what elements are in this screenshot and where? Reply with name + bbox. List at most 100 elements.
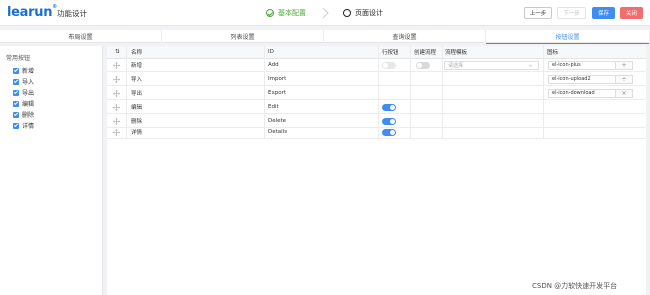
id-column-header: ID (268, 49, 274, 55)
flow-template-column-header: 流程模板 (445, 50, 468, 56)
chevron-down-icon (528, 63, 533, 67)
move-icon (113, 128, 120, 136)
app-header: learun® 功能设计 基本配置 页面设计 上一步 下一步 保存 关闭 (0, 0, 650, 26)
table-row: 新增 Add 请选择 el-icon-plus + (107, 59, 646, 72)
step-basic-config[interactable]: 基本配置 (266, 7, 306, 19)
toggle-switch (382, 103, 396, 111)
check-circle-icon (266, 9, 274, 17)
drag-handle[interactable] (113, 126, 120, 138)
checkbox-checked-icon (13, 122, 19, 129)
logo-text: learun (7, 5, 53, 20)
button-id: Details (268, 129, 288, 135)
move-icon (113, 103, 120, 111)
prev-step-button[interactable]: 上一步 (524, 7, 552, 19)
checkbox-checked-icon (13, 78, 19, 85)
panel-title: 常用按钮 (6, 55, 31, 62)
create-flow-toggle[interactable] (416, 59, 430, 71)
circle-icon (343, 9, 351, 17)
name-column-header: 名称 (131, 50, 143, 56)
move-icon (113, 89, 120, 97)
watermark: CSDN @力软快速开发平台 (532, 282, 618, 290)
table-row: 导出 Export el-icon-download × (107, 87, 646, 100)
drag-column-header: ⇅ (115, 49, 120, 55)
move-icon (113, 117, 120, 125)
button-name: 详情 (131, 130, 143, 136)
tab-query[interactable]: 查询设置 (324, 30, 486, 43)
row-button-toggle[interactable] (382, 59, 396, 71)
drag-handle[interactable] (113, 59, 120, 71)
column-divider (442, 46, 443, 139)
toggle-switch (382, 61, 396, 69)
button-config-table: ⇅ 名称 ID 行按钮 创建流程 流程模板 图标 新增 Add 请选择 el-i… (107, 46, 646, 295)
select-placeholder: 请选择 (448, 62, 464, 69)
icon-field[interactable]: el-icon-upload2 ÷ (548, 73, 633, 85)
table-row: 详情 Details (107, 126, 646, 139)
icon-column-header: 图标 (547, 50, 559, 56)
step-label: 页面设计 (355, 9, 383, 17)
icon-picker-button[interactable]: × (616, 88, 633, 98)
checkbox-add[interactable]: 新增 (13, 66, 34, 75)
button-name: 导入 (131, 77, 143, 83)
checkbox-import[interactable]: 导入 (13, 77, 34, 86)
toggle-switch (382, 117, 396, 125)
checkbox-label: 导入 (22, 79, 35, 86)
checkbox-label: 导出 (22, 90, 35, 97)
flow-template-select[interactable]: 请选择 (444, 59, 539, 71)
column-divider (543, 46, 544, 139)
select-field[interactable]: 请选择 (444, 60, 539, 70)
button-name: 导出 (131, 91, 143, 97)
checkbox-checked-icon (13, 89, 19, 96)
icon-field[interactable]: el-icon-download × (548, 87, 633, 99)
tab-layout[interactable]: 布局设置 (0, 30, 162, 43)
checkbox-export[interactable]: 导出 (13, 88, 34, 97)
move-icon (113, 61, 120, 69)
button-id: Edit (268, 104, 279, 110)
icon-input[interactable]: el-icon-upload2 (548, 74, 616, 84)
settings-tabs: 布局设置 列表设置 查询设置 按钮设置 (0, 30, 650, 44)
table-row: 编辑 Edit (107, 101, 646, 114)
tab-buttons[interactable]: 按钮设置 (486, 30, 650, 44)
step-label: 基本配置 (278, 9, 306, 17)
button-id: Add (268, 62, 279, 68)
checkbox-edit[interactable]: 编辑 (13, 99, 34, 108)
checkbox-details[interactable]: 详情 (13, 121, 34, 130)
row-button-toggle[interactable] (382, 126, 396, 138)
icon-input[interactable]: el-icon-plus (548, 60, 616, 70)
drag-handle[interactable] (113, 87, 120, 99)
icon-picker-button[interactable]: ÷ (616, 74, 633, 84)
button-id: Export (268, 90, 287, 96)
save-button[interactable]: 保存 (592, 7, 615, 19)
checkbox-label: 详情 (22, 123, 35, 130)
button-name: 新增 (131, 63, 143, 69)
checkbox-checked-icon (13, 111, 19, 118)
checkbox-label: 删除 (22, 112, 35, 119)
checkbox-label: 新增 (22, 68, 35, 75)
column-divider (378, 46, 379, 139)
chevron-right-icon (322, 7, 329, 19)
page-title: 功能设计 (57, 9, 87, 18)
checkbox-delete[interactable]: 删除 (13, 110, 34, 119)
icon-field[interactable]: el-icon-plus + (548, 59, 633, 71)
tab-list[interactable]: 列表设置 (162, 30, 324, 43)
drag-handle[interactable] (113, 101, 120, 113)
next-step-button[interactable]: 下一步 (557, 7, 586, 19)
step-page-design[interactable]: 页面设计 (343, 7, 383, 19)
button-name: 编辑 (131, 105, 143, 111)
column-divider (410, 46, 411, 139)
checkbox-checked-icon (13, 100, 19, 107)
icon-picker-button[interactable]: + (616, 60, 633, 70)
create-flow-column-header: 创建流程 (414, 50, 437, 56)
close-button[interactable]: 关闭 (620, 7, 643, 19)
table-row: 导入 Import el-icon-upload2 ÷ (107, 73, 646, 86)
checkbox-label: 编辑 (22, 101, 35, 108)
checkbox-checked-icon (13, 67, 19, 74)
toggle-switch (416, 61, 430, 69)
row-button-column-header: 行按钮 (382, 50, 399, 56)
row-button-toggle[interactable] (382, 101, 396, 113)
drag-handle[interactable] (113, 73, 120, 85)
icon-input[interactable]: el-icon-download (548, 88, 616, 98)
toggle-switch (382, 128, 396, 136)
move-icon (113, 75, 120, 83)
logo: learun® (7, 4, 57, 20)
column-divider (264, 46, 265, 139)
